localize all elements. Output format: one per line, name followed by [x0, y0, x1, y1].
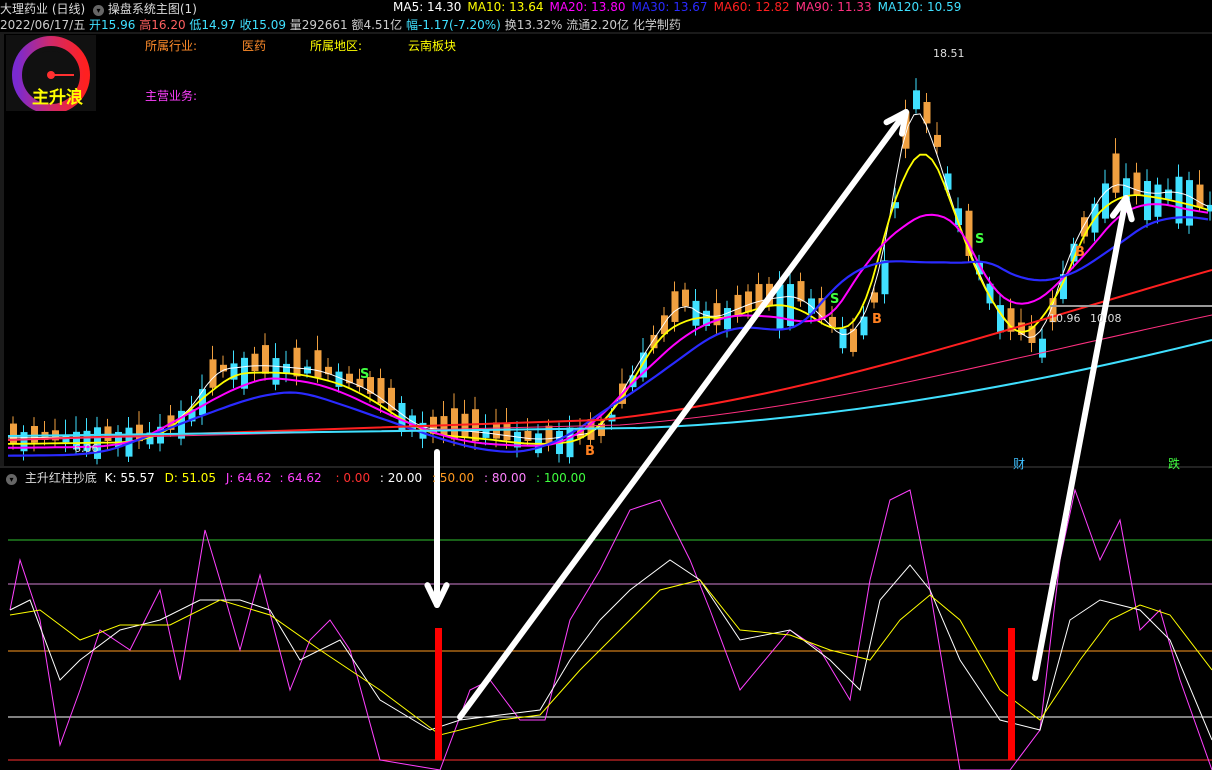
candle-body: [839, 328, 847, 349]
candle-body: [251, 353, 259, 372]
candle-body: [913, 90, 920, 110]
candle-body: [692, 300, 700, 326]
candle-body: [524, 430, 532, 441]
price-low-mid-b-label: 10.08: [1090, 312, 1122, 325]
osc-d: D: 51.05: [164, 471, 217, 485]
sell-marker: S: [360, 367, 369, 382]
candle-body: [10, 423, 17, 445]
ma5-line: [8, 113, 1209, 440]
candle-body: [671, 291, 679, 322]
osc-l100: : 100.00: [536, 471, 586, 485]
osc-l80: : 80.00: [484, 471, 527, 485]
signal-bar: [1008, 628, 1015, 760]
sell-marker: S: [830, 292, 839, 307]
kline-chart[interactable]: S S S B B B: [0, 0, 1212, 770]
candle-body: [1144, 181, 1151, 221]
candle-body: [1112, 153, 1120, 193]
candle-body: [1154, 184, 1162, 217]
event-marker-cai[interactable]: 财: [1013, 455, 1025, 472]
region-value: 云南板块: [408, 39, 457, 53]
candle-body: [934, 134, 941, 147]
industry-value: 医药: [242, 39, 267, 53]
candle-body: [388, 387, 395, 411]
industry-label: 所属行业:: [145, 39, 198, 53]
candle-body: [503, 422, 511, 441]
candle-body: [304, 366, 311, 374]
annotation-arrow-up-right: [457, 109, 909, 720]
candle-body: [1039, 338, 1046, 358]
candle-body: [682, 289, 689, 307]
candle-body: [1102, 183, 1109, 219]
oscillator-name[interactable]: 主升红柱抄底: [25, 471, 97, 485]
logo: 主升浪: [6, 35, 96, 114]
candle-body: [209, 359, 217, 388]
candle-body: [293, 347, 301, 377]
chevron-down-icon[interactable]: ▾: [6, 474, 17, 485]
osc-l0: : 0.00: [335, 471, 371, 485]
event-marker-die[interactable]: 跌: [1168, 455, 1180, 472]
candle-body: [482, 429, 490, 438]
candle-body: [199, 389, 206, 416]
osc-j: J: 64.62: [225, 471, 272, 485]
osc-j2: : 64.62: [279, 471, 322, 485]
candle-body: [1133, 172, 1141, 196]
osc-l20: : 20.00: [379, 471, 423, 485]
price-low-mid-a-label: 10.96: [1049, 312, 1081, 325]
osc-k: K: 55.57: [104, 471, 155, 485]
business-label: 主营业务:: [145, 89, 198, 103]
candle-body: [377, 378, 385, 404]
buy-marker: B: [1075, 245, 1085, 260]
logo-text: 主升浪: [32, 88, 83, 108]
candle-body: [1165, 189, 1172, 200]
candle-body: [262, 345, 269, 374]
osc-d-line: [9, 579, 1212, 736]
osc-l50: : 50.00: [431, 471, 475, 485]
price-low-left-label: 6.06: [74, 442, 99, 455]
candle-body: [272, 358, 280, 385]
sell-marker: S: [975, 232, 984, 247]
region-label: 所属地区:: [310, 39, 363, 53]
buy-marker: B: [872, 312, 882, 327]
candle-body: [461, 413, 469, 439]
candle-body: [314, 350, 322, 378]
osc-k-line: [9, 559, 1212, 741]
candle-body: [1186, 180, 1193, 226]
signal-bar: [435, 628, 442, 760]
ma10-line: [7, 153, 1209, 445]
price-high-label: 18.51: [933, 47, 965, 60]
oscillator-header: ▾ 主升红柱抄底 K: 55.57 D: 51.05 J: 64.62 : 64…: [0, 469, 586, 487]
candle-body: [923, 102, 931, 124]
candle-body: [745, 291, 752, 313]
buy-marker: B: [585, 444, 595, 459]
candle-body: [881, 260, 889, 295]
